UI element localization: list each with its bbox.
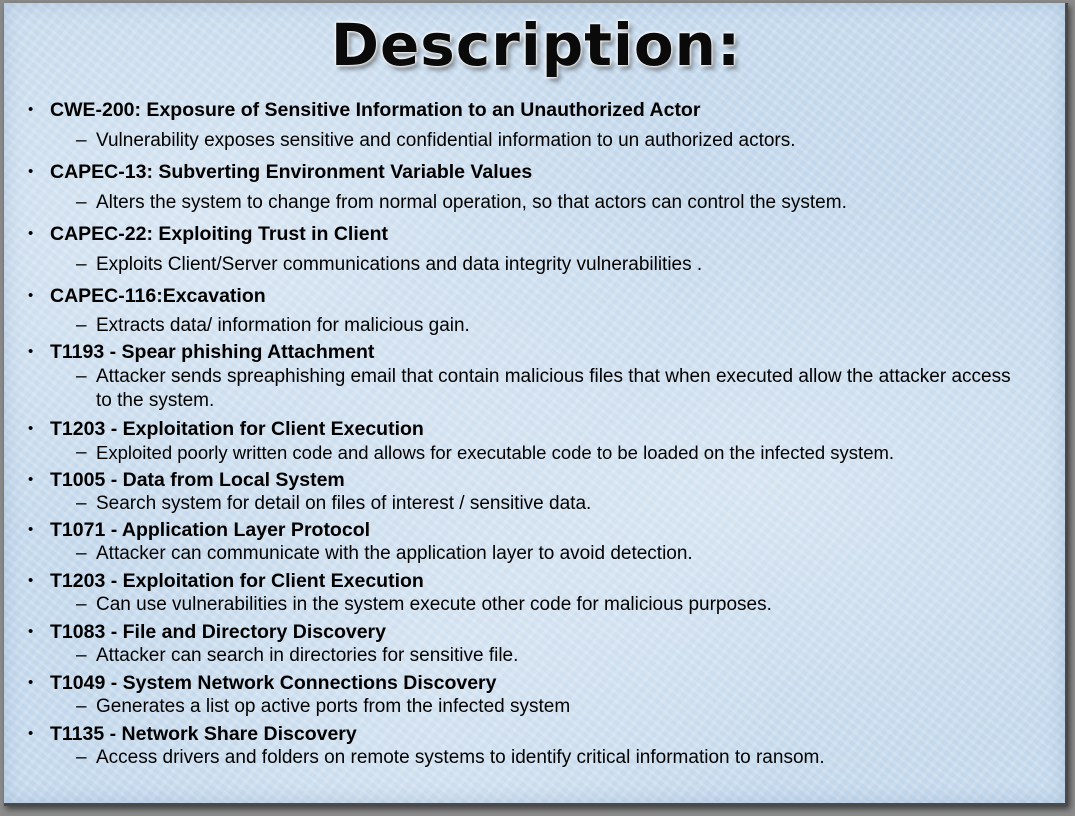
bullet-icon: • — [28, 725, 34, 742]
item-heading: CAPEC-13: Subverting Environment Variabl… — [50, 161, 533, 183]
dash-icon: – — [76, 254, 87, 275]
item-heading: T1049 - System Network Connections Disco… — [50, 672, 497, 694]
dash-icon: – — [76, 192, 87, 213]
bullet-icon: • — [28, 521, 34, 538]
item-heading: T1203 - Exploitation for Client Executio… — [50, 418, 424, 440]
item-heading: T1135 - Network Share Discovery — [50, 723, 357, 745]
item-heading: T1071 - Application Layer Protocol — [50, 519, 371, 541]
dash-icon: – — [76, 315, 87, 336]
bullet-icon: • — [28, 287, 34, 304]
item-description: Generates a list op active ports from th… — [96, 696, 571, 717]
item-description: Vulnerability exposes sensitive and conf… — [96, 130, 796, 151]
slide: Description: • CWE-200: Exposure of Sens… — [4, 3, 1068, 806]
item-description: Search system for detail on files of int… — [96, 493, 592, 514]
bullet-icon: • — [28, 101, 34, 118]
item-description: Attacker sends spreaphishing email that … — [96, 366, 1011, 411]
bullet-icon: • — [28, 623, 34, 640]
item-description: Attacker can search in directories for s… — [96, 645, 519, 666]
bullet-icon: • — [28, 343, 34, 360]
item-heading: T1193 - Spear phishing Attachment — [50, 341, 375, 363]
dash-icon: – — [76, 493, 87, 514]
dash-icon: – — [76, 645, 87, 666]
item-description: Alters the system to change from normal … — [96, 192, 847, 213]
bullet-icon: • — [28, 225, 34, 242]
bullet-icon: • — [28, 163, 34, 180]
item-heading: T1005 - Data from Local System — [50, 469, 345, 491]
bullet-icon: • — [28, 471, 34, 488]
item-heading: CAPEC-22: Exploiting Trust in Client — [50, 223, 389, 245]
item-heading: T1203 - Exploitation for Client Executio… — [50, 570, 424, 592]
item-heading: T1083 - File and Directory Discovery — [50, 621, 386, 643]
bullet-icon: • — [28, 674, 34, 691]
dash-icon: – — [76, 366, 87, 387]
bullet-icon: • — [28, 572, 34, 589]
item-description: Extracts data/ information for malicious… — [96, 315, 470, 336]
item-description: Exploits Client/Server communications an… — [96, 254, 703, 275]
dash-icon: – — [76, 442, 87, 463]
item-description: Access drivers and folders on remote sys… — [96, 747, 825, 768]
item-description: Exploited poorly written code and allows… — [96, 442, 895, 463]
item-description: Attacker can communicate with the applic… — [96, 543, 693, 564]
slide-title: Description: — [330, 11, 742, 79]
dash-icon: – — [76, 696, 87, 717]
item-heading: CWE-200: Exposure of Sensitive Informati… — [50, 99, 701, 121]
dash-icon: – — [76, 543, 87, 564]
dash-icon: – — [76, 594, 87, 615]
bullet-icon: • — [28, 420, 34, 437]
item-heading: CAPEC-116:Excavation — [50, 285, 266, 307]
dash-icon: – — [76, 747, 87, 768]
item-description: Can use vulnerabilities in the system ex… — [96, 594, 772, 615]
dash-icon: – — [76, 130, 87, 151]
